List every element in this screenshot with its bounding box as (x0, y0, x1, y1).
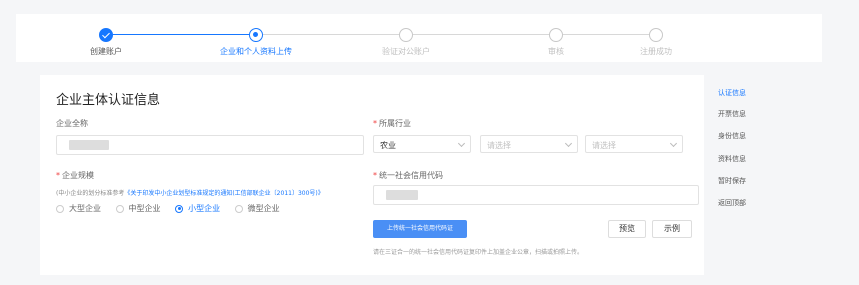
industry-select-1[interactable]: 农业 (373, 135, 471, 153)
radio-circle (56, 204, 64, 213)
current-step-icon (249, 28, 263, 42)
radio-circle (175, 204, 184, 213)
preview-button[interactable]: 预览 (608, 220, 646, 238)
step-label: 验证对公账户 (382, 47, 430, 56)
radio-large[interactable]: 大型企业 (56, 203, 101, 214)
required-mark: * (56, 171, 60, 180)
required-mark: * (373, 171, 377, 180)
redacted-value (386, 190, 418, 200)
side-nav-save[interactable]: 暂时保存 (718, 176, 746, 186)
side-nav-auth[interactable]: 认证信息 (718, 88, 746, 98)
chevron-down-icon (564, 139, 573, 148)
step-label: 创建账户 (90, 47, 122, 56)
radio-small[interactable]: 小型企业 (175, 203, 220, 214)
radio-circle (234, 204, 243, 213)
upload-credit-code-button[interactable]: 上传统一社会信用代码证 (373, 220, 467, 238)
pending-step-icon (399, 28, 413, 42)
side-nav-back-to-top[interactable]: 返回顶部 (718, 198, 746, 208)
scale-label: * 企业规模 (56, 171, 94, 180)
step-upload-documents: 企业和个人资料上传 (196, 14, 316, 57)
side-nav-identity[interactable]: 身份信息 (718, 131, 746, 141)
redacted-value (69, 140, 109, 150)
side-nav-documents[interactable]: 资料信息 (718, 154, 746, 164)
side-nav-invoice[interactable]: 开票信息 (718, 109, 746, 119)
required-mark: * (373, 119, 377, 128)
pending-step-icon (649, 28, 663, 42)
radio-medium[interactable]: 中型企业 (115, 203, 161, 214)
industry-select-3[interactable]: 请选择 (585, 135, 683, 153)
industry-select-2[interactable]: 请选择 (480, 135, 578, 153)
progress-steps: 创建账户 企业和个人资料上传 验证对公账户 审核 注册成功 (16, 14, 822, 62)
example-button[interactable]: 示例 (652, 220, 692, 238)
scale-standard-link[interactable]: 《关于印发中小企业划型标准规定的通知(工信部联企业〔2011〕300号)》 (124, 190, 323, 197)
step-success: 注册成功 (596, 14, 716, 57)
credit-code-input[interactable] (373, 185, 699, 205)
chevron-down-icon (669, 139, 678, 148)
enterprise-info-card: 企业主体认证信息 企业全称 * 所属行业 农业 请选择 请选择 * 企业规模 (中小… (40, 75, 704, 275)
check-icon (99, 28, 113, 42)
scale-radio-group: 大型企业 中型企业 小型企业 微型企业 (56, 203, 292, 215)
radio-circle (115, 204, 124, 213)
company-name-label: 企业全称 (56, 119, 88, 128)
step-label: 注册成功 (640, 47, 672, 56)
upload-help-text: 请在三证合一的统一社会信用代码证复印件上加盖企业公章，扫描或拍照上传。 (373, 249, 584, 256)
company-name-input[interactable] (56, 135, 364, 155)
radio-micro[interactable]: 微型企业 (234, 203, 280, 214)
step-create-account: 创建账户 (46, 14, 166, 57)
step-verify-account: 验证对公账户 (346, 14, 466, 57)
page-title: 企业主体认证信息 (56, 93, 161, 108)
industry-label: * 所属行业 (373, 119, 411, 128)
credit-code-label: * 统一社会信用代码 (373, 171, 443, 180)
pending-step-icon (549, 28, 563, 42)
chevron-down-icon (457, 139, 466, 148)
step-label: 企业和个人资料上传 (220, 47, 292, 56)
scale-note: (中小企业的划分标准参考《关于印发中小企业划型标准规定的通知(工信部联企业〔20… (56, 190, 324, 197)
